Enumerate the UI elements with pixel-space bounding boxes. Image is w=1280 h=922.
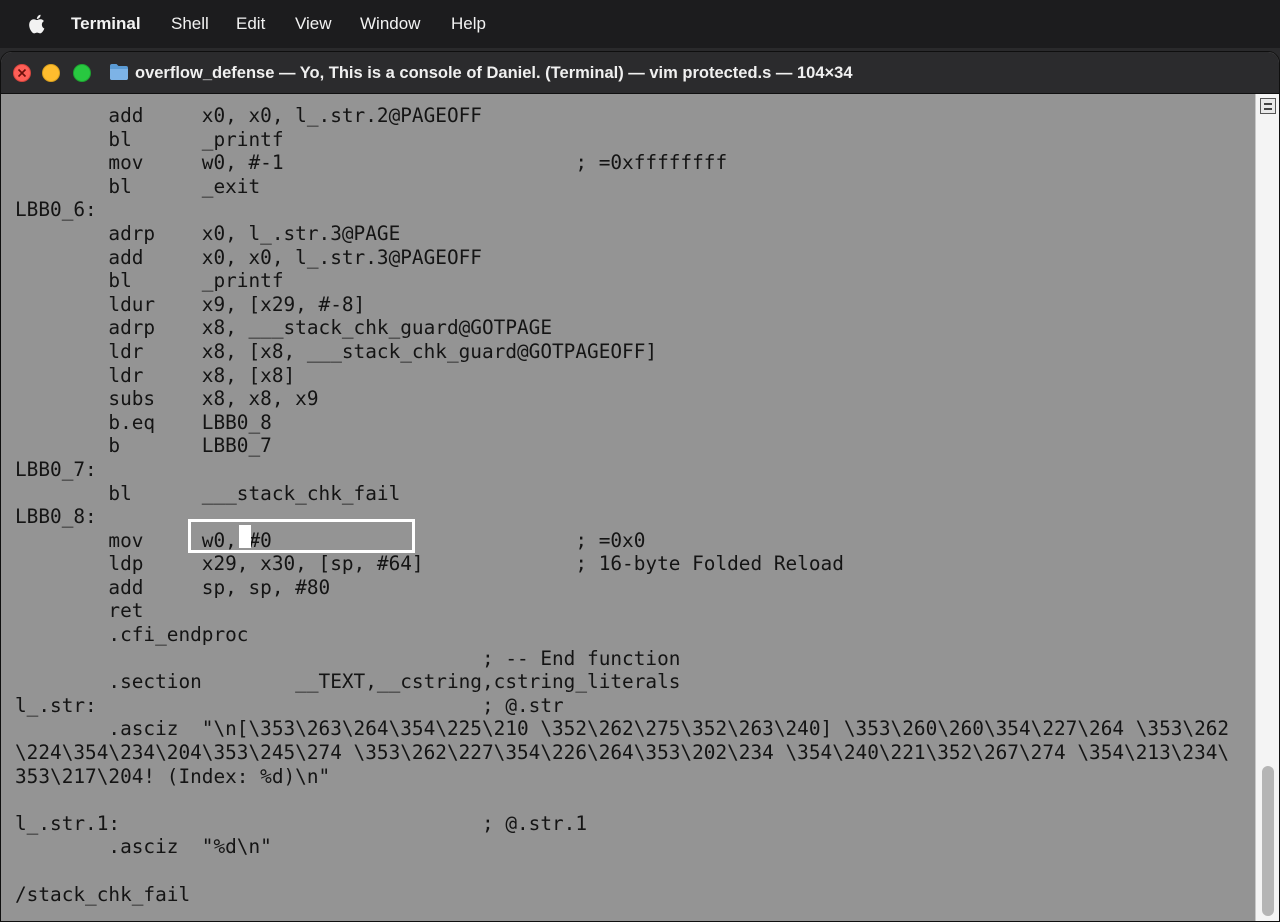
menu-shell[interactable]: Shell: [171, 13, 209, 35]
terminal-line: \224\354\234\204\353\245\274 \353\262\22…: [15, 741, 1230, 765]
terminal-line: ldp x29, x30, [sp, #64] ; 16-byte Folded…: [15, 552, 844, 576]
minimize-button[interactable]: [42, 64, 60, 82]
terminal-line: LBB0_6:: [15, 198, 97, 222]
terminal-content[interactable]: add x0, x0, l_.str.2@PAGEOFF bl _printf …: [1, 94, 1257, 921]
text-cursor: [239, 525, 251, 548]
terminal-line: mov w0, #-1 ; =0xffffffff: [15, 151, 728, 175]
terminal-line: add x0, x0, l_.str.2@PAGEOFF: [15, 104, 482, 127]
title-bar[interactable]: overflow_defense — Yo, This is a console…: [1, 52, 1279, 94]
terminal-line: 353\217\204! (Index: %d)\n": [15, 764, 331, 788]
scrollbar-thumb[interactable]: [1262, 766, 1274, 916]
terminal-line: b.eq LBB0_8: [15, 410, 272, 434]
close-icon: [17, 68, 27, 78]
terminal-line: ret: [15, 599, 144, 623]
terminal-line: add x0, x0, l_.str.3@PAGEOFF: [15, 245, 482, 269]
apple-icon[interactable]: [26, 13, 46, 35]
terminal-line: .asciz "%d\n": [15, 835, 272, 859]
terminal-line: adrp x0, l_.str.3@PAGE: [15, 221, 401, 245]
terminal-line: bl _printf: [15, 127, 284, 151]
terminal-line: b LBB0_7: [15, 434, 272, 458]
menu-view[interactable]: View: [295, 13, 332, 35]
split-pane-toggle-icon[interactable]: [1260, 98, 1276, 114]
menu-terminal[interactable]: Terminal: [71, 13, 141, 35]
terminal-line: .asciz "\n[\353\263\264\354\225\210 \352…: [15, 717, 1230, 741]
terminal-line: adrp x8, ___stack_chk_guard@GOTPAGE: [15, 316, 553, 340]
terminal-line: l_.str: ; @.str: [15, 693, 564, 717]
terminal-line: ldr x8, [x8]: [15, 363, 296, 387]
terminal-line: .cfi_endproc: [15, 623, 249, 647]
menu-bar: Terminal Shell Edit View Window Help: [0, 0, 1280, 48]
terminal-line: .section __TEXT,__cstring,cstring_litera…: [15, 670, 681, 694]
terminal-line: add sp, sp, #80: [15, 575, 331, 599]
close-button[interactable]: [13, 64, 31, 82]
window-title: overflow_defense — Yo, This is a console…: [135, 64, 853, 82]
menu-window[interactable]: Window: [360, 13, 420, 35]
terminal-line: ; -- End function: [15, 646, 681, 670]
vertical-scrollbar[interactable]: [1255, 94, 1279, 921]
terminal-line: ldr x8, [x8, ___stack_chk_guard@GOTPAGEO…: [15, 339, 658, 363]
terminal-line: ldur x9, [x29, #-8]: [15, 292, 366, 316]
terminal-line: bl _exit: [15, 174, 261, 198]
search-match-highlight: [188, 519, 415, 553]
terminal-line: bl _printf: [15, 269, 284, 293]
terminal-line: LBB0_7:: [15, 457, 97, 481]
zoom-button[interactable]: [73, 64, 91, 82]
terminal-line: l_.str.1: ; @.str.1: [15, 811, 588, 835]
terminal-line: bl ___stack_chk_fail: [15, 481, 401, 505]
terminal-text: add x0, x0, l_.str.2@PAGEOFF bl _printf …: [15, 104, 1229, 906]
terminal-window: overflow_defense — Yo, This is a console…: [0, 51, 1280, 922]
menu-help[interactable]: Help: [451, 13, 486, 35]
folder-icon: [110, 64, 128, 80]
terminal-line: subs x8, x8, x9: [15, 387, 319, 411]
terminal-line: /stack_chk_fail: [15, 882, 191, 906]
menu-edit[interactable]: Edit: [236, 13, 265, 35]
